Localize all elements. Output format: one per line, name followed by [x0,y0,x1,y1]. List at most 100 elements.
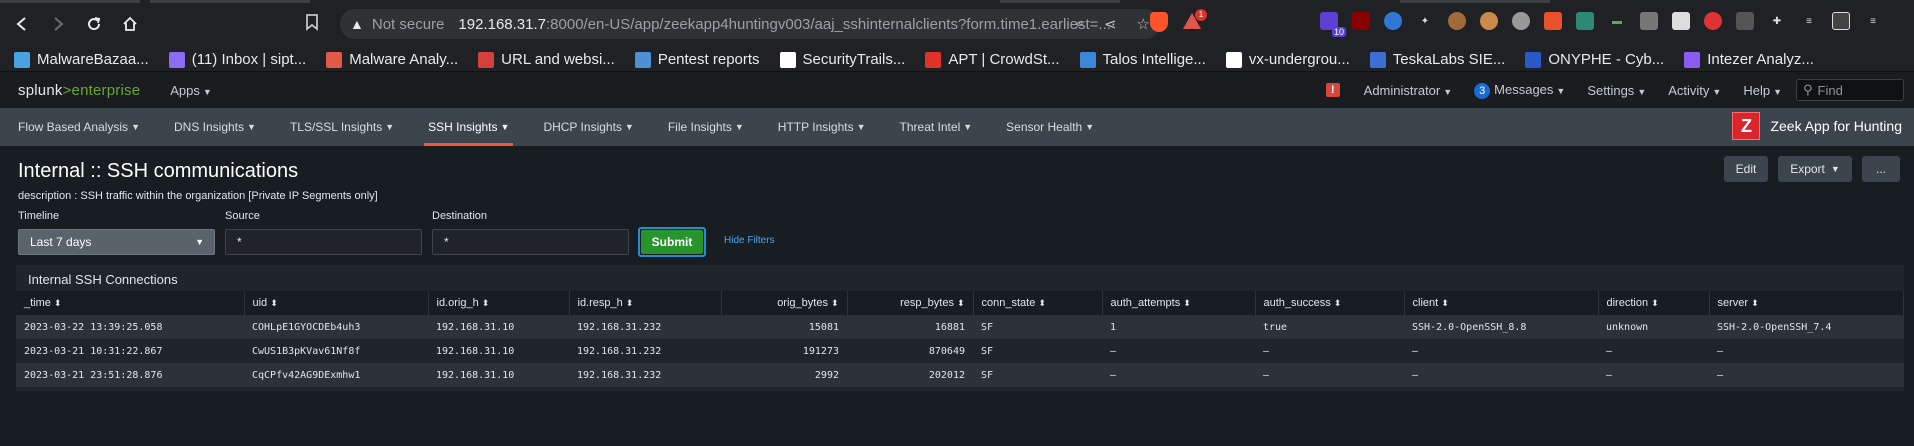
tab-flow-based-analysis[interactable]: Flow Based Analysis ▼ [0,108,156,146]
bookmark-item[interactable]: vx-undergrou... [1225,51,1350,68]
extension-icon[interactable] [1640,12,1658,30]
table-row[interactable]: 2023-03-22 13:39:25.058 COHLpE1GYOCDEb4uh… [16,315,1904,339]
ublock-icon[interactable] [1352,12,1370,30]
bookmark-item[interactable]: MalwareBazaa... [14,51,149,68]
bookmark-item[interactable]: APT | CrowdSt... [925,51,1060,68]
table-cell: 192.168.31.232 [569,339,721,363]
bookmark-item[interactable]: Intezer Analyz... [1684,51,1814,68]
tab-sensor-health[interactable]: Sensor Health ▼ [988,108,1110,146]
bookmark-page-button[interactable] [305,13,319,36]
tab-tls-ssl-insights[interactable]: TLS/SSL Insights ▼ [272,108,410,146]
column-header-label: server [1717,297,1749,309]
zoom-icon[interactable]: ⌕ [1076,15,1084,33]
brave-shields-icon[interactable] [1150,12,1168,32]
column-header[interactable]: _time ⬍ [16,291,245,315]
hide-filters-link[interactable]: Hide Filters [724,235,775,246]
edit-button[interactable]: Edit [1724,156,1768,182]
destination-input[interactable]: * [432,229,629,255]
bookmark-item[interactable]: ONYPHE - Cyb... [1525,51,1664,68]
tab-file-insights[interactable]: File Insights ▼ [650,108,760,146]
tab-dhcp-insights[interactable]: DHCP Insights ▼ [525,108,649,146]
table-row[interactable]: 2023-03-21 23:51:28.876 CqCPfv42AG9DExmhw… [16,363,1904,387]
extension-icon[interactable] [1576,12,1594,30]
caret-down-icon: ▼ [131,122,140,132]
zeek-logo: Z [1732,112,1761,140]
help-menu[interactable]: Help ▼ [1743,83,1782,98]
extension-icon[interactable]: ▬ [1608,12,1626,30]
splunk-logo[interactable]: splunk>enterprise [18,82,140,99]
table-cell: 192.168.31.10 [428,363,569,387]
tab-threat-intel[interactable]: Threat Intel ▼ [882,108,989,146]
browser-toolbar: ▲ Not secure 192.168.31.7 :8000/en-US/ap… [0,0,1914,48]
column-header[interactable]: orig_bytes ⬍ [721,291,848,315]
cookie-icon[interactable] [1448,12,1466,30]
settings-menu[interactable]: Settings ▼ [1587,83,1646,98]
column-header[interactable]: id.orig_h ⬍ [428,291,570,315]
bookmark-item[interactable]: Pentest reports [634,51,760,68]
home-button[interactable] [116,10,144,38]
source-input[interactable]: * [225,229,422,255]
apps-menu[interactable]: Apps ▼ [170,83,212,98]
column-header[interactable]: server ⬍ [1709,291,1904,315]
alert-icon[interactable]: ! [1325,83,1340,97]
destination-label: Destination [432,210,488,222]
bookmark-item[interactable]: SecurityTrails... [779,51,905,68]
connections-table: _time ⬍ uid ⬍ id.orig_h ⬍ id.resp_h ⬍ orig_bytes… [16,291,1904,387]
bookmark-item[interactable]: TeskaLabs SIE... [1369,51,1505,68]
intezer-icon [1684,51,1701,68]
extension-icon[interactable]: 10 [1320,12,1346,37]
find-input[interactable]: ⚲ Find [1796,79,1904,101]
menu-icon[interactable]: ≡ [1864,12,1882,30]
export-button[interactable]: Export ▼ [1778,156,1852,182]
column-header[interactable]: direction ⬍ [1598,291,1710,315]
timeline-picker[interactable]: Last 7 days ▼ [18,229,215,255]
table-cell: COHLpE1GYOCDEb4uh3 [244,315,428,339]
address-bar[interactable]: ▲ Not secure 192.168.31.7 :8000/en-US/ap… [340,9,1160,39]
extension-icon[interactable] [1512,12,1530,30]
wallet-icon[interactable] [1832,12,1850,30]
extension-icon[interactable] [1384,12,1402,30]
tab-dns-insights[interactable]: DNS Insights ▼ [156,108,272,146]
messages-menu[interactable]: 3 Messages ▼ [1474,82,1565,99]
page-description: description : SSH traffic within the org… [18,190,378,202]
forward-button[interactable] [44,10,72,38]
destination-value: * [444,235,449,249]
column-header[interactable]: auth_attempts ⬍ [1102,291,1256,315]
back-button[interactable] [8,10,36,38]
submit-button[interactable]: Submit [638,227,706,257]
star-icon[interactable]: ☆ [1137,15,1150,33]
share-icon[interactable]: ⋖ [1104,15,1117,33]
bitwarden-icon[interactable] [1672,12,1690,30]
more-actions-button[interactable]: ... [1862,156,1900,182]
column-header[interactable]: resp_bytes ⬍ [847,291,974,315]
column-header[interactable]: auth_success ⬍ [1255,291,1405,315]
extension-icon[interactable] [1736,12,1754,30]
bookmark-item[interactable]: URL and websi... [478,51,615,68]
search-icon: ⚲ [1803,82,1813,97]
settings-label: Settings [1587,82,1635,98]
tab-ssh-insights[interactable]: SSH Insights ▼ [410,108,525,146]
extension-icon[interactable]: ✦ [1416,12,1434,30]
app-brand[interactable]: Z Zeek App for Hunting [1732,112,1902,140]
bookmark-item[interactable]: (11) Inbox | sipt... [168,51,306,68]
reload-button[interactable] [80,10,108,38]
table-row[interactable]: 2023-03-21 10:31:22.867 CwUS1B3pKVav61Nf8… [16,339,1904,363]
column-header[interactable]: id.resp_h ⬍ [569,291,722,315]
cookie-icon[interactable] [1480,12,1498,30]
bookmark-item[interactable]: Talos Intellige... [1079,51,1206,68]
activity-menu[interactable]: Activity ▼ [1668,83,1721,98]
playlist-icon[interactable]: ≡ [1800,12,1818,30]
tab-http-insights[interactable]: HTTP Insights ▼ [760,108,882,146]
brave-rewards-icon[interactable]: 1 [1183,9,1207,31]
column-header[interactable]: client ⬍ [1404,291,1599,315]
administrator-menu[interactable]: Administrator ▼ [1364,83,1453,98]
source-value: * [237,235,242,249]
column-header[interactable]: uid ⬍ [244,291,429,315]
puzzle-icon[interactable]: ✚ [1768,12,1786,30]
extension-icon[interactable] [1544,12,1562,30]
bookmark-item[interactable]: Malware Analy... [326,51,458,68]
column-header[interactable]: conn_state ⬍ [973,291,1103,315]
table-header: _time ⬍ uid ⬍ id.orig_h ⬍ id.resp_h ⬍ orig_bytes… [16,291,1904,315]
extension-icon[interactable] [1704,12,1722,30]
caret-down-icon: ▼ [1556,85,1566,96]
